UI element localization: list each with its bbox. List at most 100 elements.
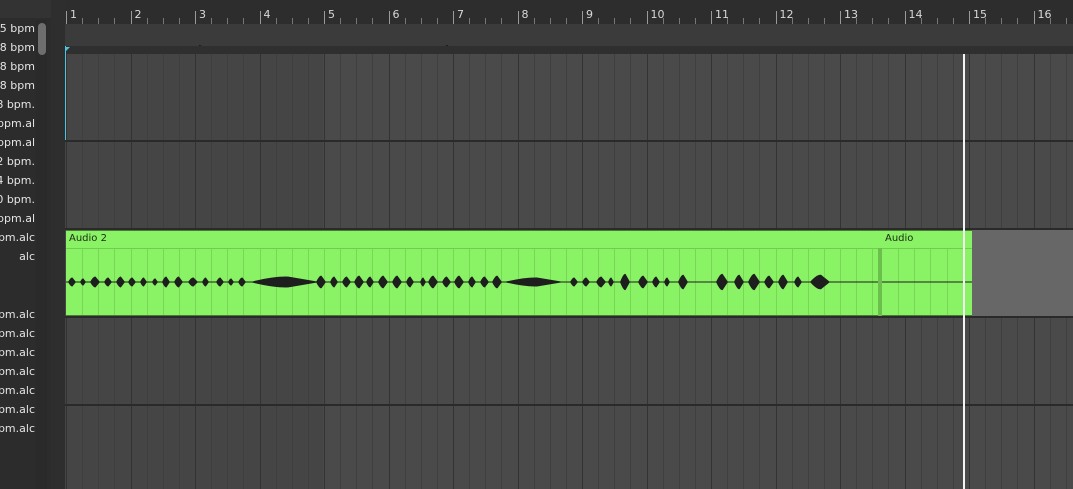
grid-line bbox=[711, 318, 712, 404]
grid-line bbox=[872, 406, 874, 489]
bar-ruler[interactable]: 1 2 3 4 5 6 7 8 9 10 11 12 13 14 15 16 bbox=[65, 0, 1073, 24]
start-marker-icon[interactable] bbox=[65, 46, 66, 140]
grid-line bbox=[1065, 54, 1067, 140]
browser-file-item[interactable]: pm.alc bbox=[0, 362, 35, 381]
track-lane-5[interactable] bbox=[65, 406, 1073, 489]
ruler-track-seam bbox=[65, 46, 1073, 54]
grid-line bbox=[904, 318, 906, 404]
loop-locator-bar[interactable]: > < bbox=[65, 24, 1073, 56]
grid-line bbox=[1033, 318, 1035, 404]
grid-line bbox=[501, 142, 503, 228]
start-marker-flag[interactable] bbox=[65, 47, 70, 52]
browser-file-item[interactable]: 08 bpm. bbox=[0, 95, 35, 114]
bar-number: 3 bbox=[199, 8, 206, 21]
track-lane-audio[interactable]: Audio 2 Audio bbox=[65, 230, 1073, 316]
grid-line bbox=[743, 318, 745, 404]
grid-line bbox=[1065, 318, 1067, 404]
audio-clip[interactable]: Audio 2 bbox=[66, 230, 882, 316]
browser-file-item[interactable]: 4 bpm. bbox=[0, 171, 35, 190]
grid-line bbox=[727, 142, 729, 228]
grid-line bbox=[969, 142, 970, 228]
bar-tick bbox=[259, 11, 261, 24]
grid-line bbox=[178, 406, 180, 489]
grid-line bbox=[936, 406, 938, 489]
grid-line bbox=[291, 406, 293, 489]
grid-line bbox=[985, 54, 987, 140]
browser-file-item[interactable]: 0 bpm.al bbox=[0, 133, 35, 152]
grid-line bbox=[549, 406, 551, 489]
grid-line bbox=[146, 318, 148, 404]
grid-line bbox=[324, 54, 325, 140]
bar-tick bbox=[969, 11, 970, 24]
audio-clip[interactable]: Audio bbox=[882, 230, 972, 316]
clip-name: Audio 2 bbox=[69, 233, 107, 244]
grid-line bbox=[952, 406, 954, 489]
browser-scroll-track[interactable] bbox=[36, 20, 47, 489]
grid-line bbox=[582, 406, 583, 489]
browser-file-item[interactable]: 2 bpm.al bbox=[0, 209, 35, 228]
browser-file-item[interactable]: 105 bpm bbox=[0, 19, 35, 38]
browser-file-item[interactable]: 128 bpm bbox=[0, 57, 35, 76]
grid-line bbox=[195, 318, 196, 404]
grid-line bbox=[469, 406, 471, 489]
grid-line bbox=[791, 406, 793, 489]
bar-tick bbox=[840, 11, 841, 24]
grid-line bbox=[678, 318, 680, 404]
grid-line bbox=[840, 54, 841, 140]
browser-file-item[interactable]: pm.alc bbox=[0, 400, 35, 419]
bar-tick bbox=[130, 11, 132, 24]
browser-file-item[interactable]: alc bbox=[19, 247, 35, 266]
panel-divider[interactable] bbox=[51, 0, 65, 489]
grid-line bbox=[1049, 318, 1051, 404]
browser-file-item[interactable]: i bpm.al bbox=[0, 114, 35, 133]
track-lane-2[interactable] bbox=[65, 142, 1073, 228]
browser-scroll-thumb[interactable] bbox=[38, 23, 46, 55]
browser-file-item[interactable]: 128 bpm bbox=[0, 76, 35, 95]
grid-line bbox=[711, 142, 712, 228]
bar-tick bbox=[775, 11, 777, 24]
grid-line bbox=[856, 142, 858, 228]
empty-clip-region[interactable] bbox=[972, 230, 1073, 316]
browser-file-item[interactable]: 0 bpm. bbox=[0, 190, 35, 209]
grid-line bbox=[920, 318, 922, 404]
clip-title-bar[interactable]: Audio bbox=[882, 231, 972, 249]
grid-line bbox=[436, 142, 438, 228]
grid-line bbox=[275, 54, 277, 140]
browser-file-item[interactable]: pm.alc bbox=[0, 305, 35, 324]
grid-line bbox=[211, 142, 213, 228]
bar-tick bbox=[324, 11, 325, 24]
browser-file-item[interactable]: pm.alc bbox=[0, 381, 35, 400]
grid-line bbox=[823, 406, 825, 489]
grid-line bbox=[1065, 406, 1067, 489]
playhead[interactable] bbox=[963, 54, 965, 489]
grid-line bbox=[969, 318, 970, 404]
clip-title-bar[interactable]: Audio 2 bbox=[66, 231, 882, 249]
grid-line bbox=[420, 54, 422, 140]
browser-file-item[interactable]: pm.alc bbox=[0, 419, 35, 438]
arrangement-view[interactable]: 12345678910111213141516 > < Audio 2 Audi… bbox=[65, 0, 1073, 489]
grid-line bbox=[678, 142, 680, 228]
track-lane-4[interactable] bbox=[65, 318, 1073, 404]
grid-line bbox=[598, 318, 600, 404]
browser-file-item[interactable]: 128 bpm bbox=[0, 38, 35, 57]
browser-file-item[interactable]: 2 bpm. bbox=[0, 152, 35, 171]
browser-file-item[interactable]: pm.alc bbox=[0, 324, 35, 343]
grid-line bbox=[662, 406, 664, 489]
clip-name: Audio bbox=[885, 233, 914, 244]
grid-line bbox=[888, 54, 890, 140]
grid-line bbox=[614, 142, 616, 228]
grid-line bbox=[856, 318, 858, 404]
browser-file-item[interactable]: pm.alc bbox=[0, 343, 35, 362]
grid-line bbox=[711, 406, 712, 489]
grid-line bbox=[307, 54, 309, 140]
track-lane-1[interactable] bbox=[65, 54, 1073, 140]
browser-file-item[interactable]: pm.alc bbox=[0, 228, 35, 247]
grid-line bbox=[517, 142, 519, 228]
grid-line bbox=[227, 318, 229, 404]
grid-line bbox=[791, 54, 793, 140]
grid-line bbox=[630, 142, 632, 228]
bar-number: 9 bbox=[586, 8, 593, 21]
grid-line bbox=[436, 318, 438, 404]
grid-line bbox=[1001, 318, 1003, 404]
grid-line bbox=[453, 54, 454, 140]
